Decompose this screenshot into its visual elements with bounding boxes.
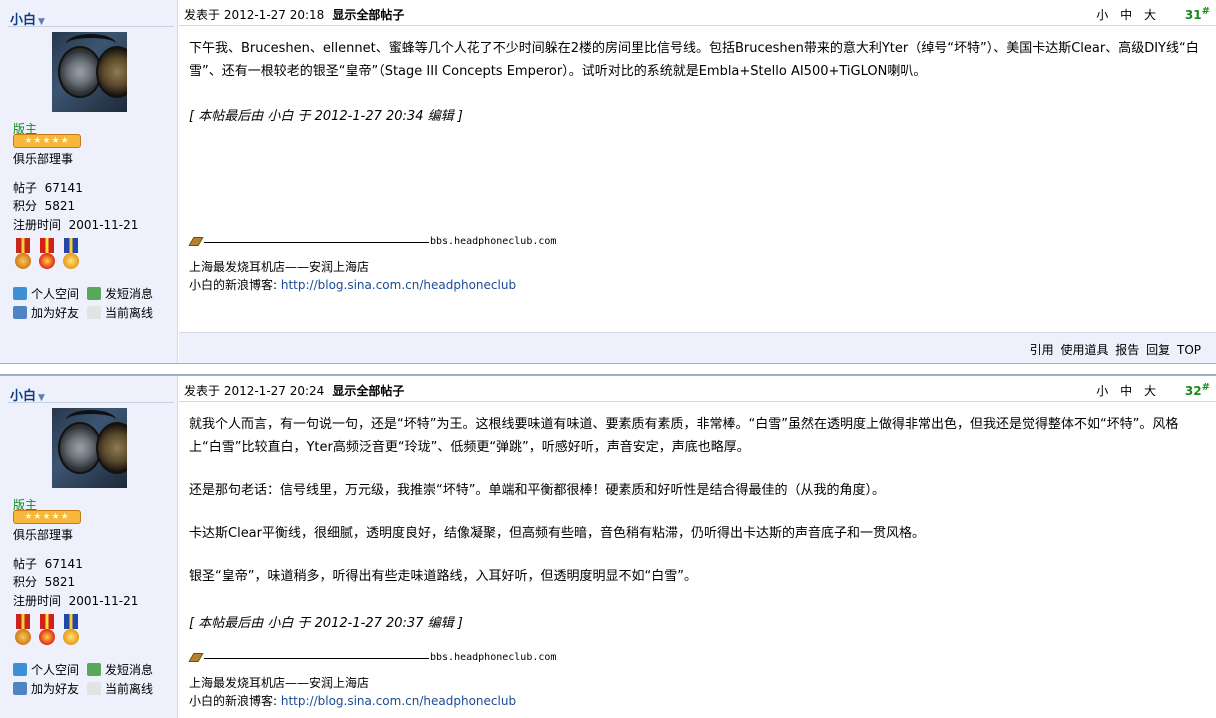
post-main: 发表于 2012-1-27 20:18 显示全部帖子 小 中 大 31# 下午我、…: [179, 0, 1216, 363]
points: 积分 5821: [13, 199, 76, 213]
post-separator: [0, 363, 1216, 375]
medal-icon: [37, 614, 57, 648]
rank-stars-icon: ★★★★★: [13, 134, 81, 148]
edit-note: [ 本帖最后由 小白 于 2012-1-27 20:34 编辑 ]: [189, 109, 463, 124]
rank-stars-icon: ★★★★★: [13, 510, 81, 524]
pen-icon: [188, 237, 204, 246]
signature: 上海最发烧耳机店——安润上海店 小白的新浪博客: http://blog.sin…: [189, 674, 516, 710]
signature-divider: bbs.headphoneclub.com: [188, 652, 556, 666]
blog-link[interactable]: http://blog.sina.com.cn/headphoneclub: [281, 694, 516, 708]
edit-note: [ 本帖最后由 小白 于 2012-1-27 20:37 编辑 ]: [189, 616, 463, 631]
report-button[interactable]: 报告: [1115, 343, 1139, 357]
font-large-button[interactable]: 大: [1144, 8, 1156, 22]
post-body: 下午我、Bruceshen、ellennet、蜜蜂等几个人花了不少时间躲在2楼的…: [189, 37, 1204, 83]
add-friend-link[interactable]: 加为好友: [13, 304, 79, 321]
medal-icon: [61, 614, 81, 648]
online-status: 当前离线: [87, 680, 153, 697]
personal-space-link[interactable]: 个人空间: [13, 285, 79, 302]
show-all-posts-link[interactable]: 显示全部帖子: [332, 384, 404, 398]
post-actions-bar: 引用 使用道具 报告 回复 TOP: [179, 332, 1216, 363]
font-small-button[interactable]: 小: [1096, 384, 1108, 398]
post-header: 发表于 2012-1-27 20:18 显示全部帖子 小 中 大 31#: [179, 0, 1216, 26]
signature: 上海最发烧耳机店——安润上海店 小白的新浪博客: http://blog.sin…: [189, 258, 516, 294]
signature-divider: bbs.headphoneclub.com: [188, 236, 556, 250]
use-item-button[interactable]: 使用道具: [1060, 343, 1108, 357]
personal-space-link[interactable]: 个人空间: [13, 661, 79, 678]
pen-icon: [188, 653, 204, 662]
user-group: 俱乐部理事: [13, 528, 74, 542]
register-date: 注册时间 2001-11-21: [13, 594, 139, 608]
points: 积分 5821: [13, 575, 76, 589]
divider: [8, 402, 174, 403]
add-friend-icon: [13, 682, 27, 695]
signature-line: 上海最发烧耳机店——安润上海店: [189, 260, 370, 274]
divider: [8, 26, 174, 27]
author-sidebar: 小白 ▼ 版主 ★★★★★ 俱乐部理事 帖子 67141 积分 5821 注册时间…: [0, 0, 178, 363]
post-32: 小白 ▼ 版主 ★★★★★ 俱乐部理事 帖子 67141 积分 5821 注册时间…: [0, 375, 1216, 718]
font-medium-button[interactable]: 中: [1120, 384, 1132, 398]
font-medium-button[interactable]: 中: [1120, 8, 1132, 22]
message-icon: [87, 287, 101, 300]
send-message-link[interactable]: 发短消息: [87, 661, 153, 678]
floor-number[interactable]: 31#: [1185, 6, 1210, 22]
author-sidebar: 小白 ▼ 版主 ★★★★★ 俱乐部理事 帖子 67141 积分 5821 注册时间…: [0, 376, 178, 718]
signature-line: 上海最发烧耳机店——安润上海店: [189, 676, 370, 690]
font-small-button[interactable]: 小: [1096, 8, 1108, 22]
avatar: [52, 32, 127, 112]
home-icon: [13, 287, 27, 300]
post-count: 帖子 67141: [13, 181, 83, 195]
post-paragraph: 还是那句老话：信号线里，万元级，我推崇“坏特”。单端和平衡都很棒！硬素质和好听性…: [189, 483, 885, 498]
add-friend-icon: [13, 306, 27, 319]
font-size-switcher: 小 中 大: [1088, 6, 1156, 23]
medals: [13, 238, 83, 272]
medal-icon: [13, 238, 33, 272]
font-large-button[interactable]: 大: [1144, 384, 1156, 398]
register-date: 注册时间 2001-11-21: [13, 218, 139, 232]
medals: [13, 614, 83, 648]
post-paragraph: 下午我、Bruceshen、ellennet、蜜蜂等几个人花了不少时间躲在2楼的…: [189, 41, 1199, 79]
avatar: [52, 408, 127, 488]
quote-button[interactable]: 引用: [1030, 343, 1054, 357]
post-time: 发表于 2012-1-27 20:18 显示全部帖子: [184, 8, 405, 22]
user-group: 俱乐部理事: [13, 152, 74, 166]
floor-number[interactable]: 32#: [1185, 382, 1210, 398]
show-all-posts-link[interactable]: 显示全部帖子: [332, 8, 404, 22]
post-paragraph: 卡达斯Clear平衡线，很细腻，透明度良好，结像凝聚，但高频有些暗，音色稍有粘滞…: [189, 526, 925, 541]
reply-button[interactable]: 回复: [1146, 343, 1170, 357]
post-paragraph: 银圣“皇帝”，味道稍多，听得出有些走味道路线，入耳好听，但透明度明显不如“白雪”…: [189, 569, 697, 584]
medal-icon: [61, 238, 81, 272]
blog-link[interactable]: http://blog.sina.com.cn/headphoneclub: [281, 278, 516, 292]
post-header: 发表于 2012-1-27 20:24 显示全部帖子 小 中 大 32#: [179, 376, 1216, 402]
top-button[interactable]: TOP: [1177, 343, 1201, 357]
post-count: 帖子 67141: [13, 557, 83, 571]
post-31: 小白 ▼ 版主 ★★★★★ 俱乐部理事 帖子 67141 积分 5821 注册时间…: [0, 0, 1216, 363]
online-status: 当前离线: [87, 304, 153, 321]
post-time: 发表于 2012-1-27 20:24 显示全部帖子: [184, 384, 405, 398]
font-size-switcher: 小 中 大: [1088, 382, 1156, 399]
signature-blog: 小白的新浪博客: http://blog.sina.com.cn/headpho…: [189, 278, 517, 292]
add-friend-link[interactable]: 加为好友: [13, 680, 79, 697]
send-message-link[interactable]: 发短消息: [87, 285, 153, 302]
post-body: 就我个人而言，有一句说一句，还是“坏特”为王。这根线要味道有味道、要素质有素质，…: [189, 413, 1204, 588]
medal-icon: [13, 614, 33, 648]
offline-icon: [87, 306, 101, 319]
signature-blog: 小白的新浪博客: http://blog.sina.com.cn/headpho…: [189, 694, 517, 708]
post-main: 发表于 2012-1-27 20:24 显示全部帖子 小 中 大 32# 就我个人…: [179, 376, 1216, 718]
post-paragraph: 就我个人而言，有一句说一句，还是“坏特”为王。这根线要味道有味道、要素质有素质，…: [189, 417, 1179, 455]
medal-icon: [37, 238, 57, 272]
message-icon: [87, 663, 101, 676]
offline-icon: [87, 682, 101, 695]
home-icon: [13, 663, 27, 676]
